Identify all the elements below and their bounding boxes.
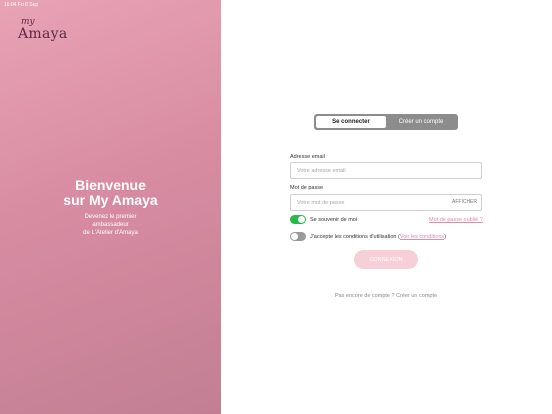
terms-toggle[interactable]	[290, 232, 306, 241]
welcome-panel: 16:04 Fri 8 Sep my Amaya Bienvenue sur M…	[0, 0, 221, 414]
terms-text: J'accepte les conditions d'utilisation (	[310, 234, 400, 240]
password-label: Mot de passe	[290, 185, 324, 191]
welcome-title-line-2: sur My Amaya	[63, 192, 158, 208]
email-field-box	[290, 162, 482, 179]
welcome-subtitle-line: Devenez le premier	[84, 214, 137, 220]
email-label: Adresse email	[290, 154, 325, 160]
brand-logo: my Amaya	[18, 18, 68, 42]
welcome-title-line-1: Bienvenue	[75, 177, 146, 193]
view-terms-link[interactable]: Voir les conditions	[400, 234, 444, 240]
forgot-password-link[interactable]: Mot de passe oublié ?	[429, 217, 483, 223]
remember-me-label: Se souvenir de moi	[310, 217, 358, 223]
auth-tabs: Se connecter Créer un compte	[314, 114, 458, 130]
tab-sign-in[interactable]: Se connecter	[316, 116, 386, 128]
connect-button[interactable]: CONNEXION	[354, 250, 418, 269]
welcome-subtitle-line: ambassadeur	[92, 222, 129, 228]
no-account-text: Pas encore de compte ? Créer un compte	[290, 293, 482, 299]
tab-create-account[interactable]: Créer un compte	[386, 116, 456, 128]
password-field-box: AFFICHER	[290, 194, 482, 211]
password-field[interactable]	[297, 199, 447, 206]
terms-close: )	[444, 234, 447, 240]
toggle-knob	[298, 216, 305, 223]
show-password-button[interactable]: AFFICHER	[452, 199, 477, 205]
logo-amaya-text: Amaya	[18, 26, 68, 42]
toggle-knob	[291, 233, 298, 240]
welcome-title: Bienvenue sur My Amaya	[0, 178, 221, 208]
email-field[interactable]	[297, 167, 447, 174]
welcome-subtitle: Devenez le premier ambassadeur de L'Atel…	[0, 213, 221, 237]
terms-label: J'accepte les conditions d'utilisation (…	[310, 234, 446, 240]
remember-me-toggle[interactable]	[290, 215, 306, 224]
no-account-prefix: Pas encore de compte ?	[334, 293, 395, 299]
welcome-subtitle-line: de L'Atelier d'Amaya	[83, 230, 138, 236]
create-account-link[interactable]: Créer un compte	[396, 293, 437, 299]
status-bar-time: 16:04 Fri 8 Sep	[4, 2, 39, 8]
